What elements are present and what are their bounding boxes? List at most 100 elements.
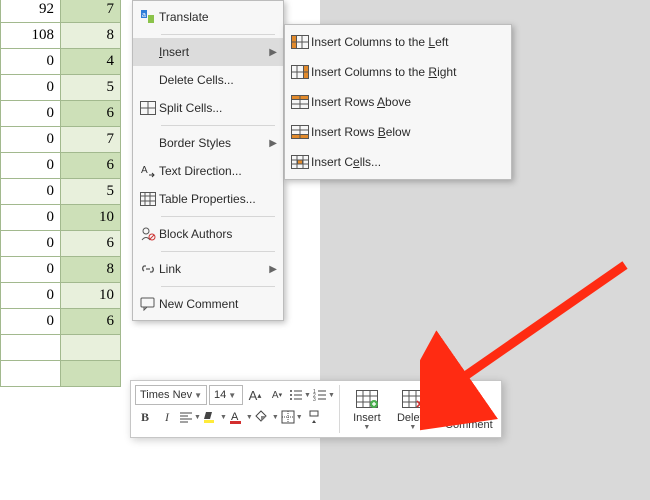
font-name-value: Times Nev: [140, 389, 192, 401]
submenu-insert-rows-below[interactable]: Insert Rows Below: [285, 117, 511, 147]
separator: [161, 286, 275, 287]
table-row: 04: [1, 49, 121, 75]
separator: [339, 385, 340, 433]
font-name-combo[interactable]: Times Nev ▼: [135, 385, 207, 405]
cell[interactable]: 0: [1, 257, 61, 283]
separator: [161, 251, 275, 252]
align-button[interactable]: ▼: [179, 407, 201, 427]
font-color-button[interactable]: A ▼: [229, 407, 253, 427]
shrink-font-button[interactable]: A▾: [267, 385, 287, 405]
cell[interactable]: [61, 335, 121, 361]
numbering-button[interactable]: 123 ▼: [313, 385, 335, 405]
cell[interactable]: [61, 361, 121, 387]
split-cells-icon: [137, 98, 159, 118]
cell[interactable]: 6: [61, 231, 121, 257]
cell[interactable]: 7: [61, 0, 121, 23]
cell[interactable]: 5: [61, 75, 121, 101]
new-comment-icon: [457, 387, 481, 405]
table-row: 010: [1, 205, 121, 231]
bold-button[interactable]: B: [135, 407, 155, 427]
table-row: [1, 335, 121, 361]
cell[interactable]: 6: [61, 101, 121, 127]
mini-toolbar: Times Nev ▼ 14 ▼ A▴ A▾ ▼ 123 ▼ B I ▼: [130, 380, 502, 438]
menu-label: Insert Cells...: [311, 155, 505, 169]
cell[interactable]: [1, 335, 61, 361]
menu-label: Border Styles: [159, 136, 265, 150]
menu-label: Text Direction...: [159, 164, 277, 178]
menu-delete-cells[interactable]: Delete Cells...: [133, 66, 283, 94]
cell[interactable]: 8: [61, 23, 121, 49]
cell[interactable]: 108: [1, 23, 61, 49]
menu-border-styles[interactable]: Border Styles ▶: [133, 129, 283, 157]
menu-split-cells[interactable]: Split Cells...: [133, 94, 283, 122]
delete-button[interactable]: Delete ▼: [390, 385, 436, 433]
insert-button[interactable]: Insert ▼: [344, 385, 390, 433]
button-label-l2: Comment: [445, 419, 493, 431]
bullets-button[interactable]: ▼: [289, 385, 311, 405]
cell[interactable]: 6: [61, 153, 121, 179]
submenu-insert-rows-above[interactable]: Insert Rows Above: [285, 87, 511, 117]
cell[interactable]: 0: [1, 179, 61, 205]
cell[interactable]: 10: [61, 205, 121, 231]
table-row: 06: [1, 309, 121, 335]
insert-submenu: Insert Columns to the Left Insert Column…: [284, 24, 512, 180]
cell[interactable]: 5: [61, 179, 121, 205]
menu-new-comment[interactable]: New Comment: [133, 290, 283, 318]
chevron-down-icon: ▼: [220, 414, 227, 421]
cell[interactable]: 10: [61, 283, 121, 309]
cell[interactable]: 7: [61, 127, 121, 153]
cell[interactable]: [1, 361, 61, 387]
grow-font-button[interactable]: A▴: [245, 385, 265, 405]
cell[interactable]: 0: [1, 75, 61, 101]
cell[interactable]: 0: [1, 127, 61, 153]
menu-text-direction[interactable]: A Text Direction...: [133, 157, 283, 185]
menu-table-properties[interactable]: Table Properties...: [133, 185, 283, 213]
cell[interactable]: 0: [1, 49, 61, 75]
menu-label: Insert Rows Below: [311, 125, 505, 139]
menu-label: Table Properties...: [159, 192, 277, 206]
block-authors-icon: [137, 224, 159, 244]
cell[interactable]: 92: [1, 0, 61, 23]
table-row: 05: [1, 179, 121, 205]
chevron-down-icon: ▼: [272, 414, 279, 421]
format-painter-button[interactable]: [305, 407, 325, 427]
cell[interactable]: 0: [1, 309, 61, 335]
cell[interactable]: 0: [1, 283, 61, 309]
menu-link[interactable]: Link ▶: [133, 255, 283, 283]
button-label-l1: New: [458, 407, 480, 419]
submenu-insert-cols-left[interactable]: Insert Columns to the Left: [285, 27, 511, 57]
cell[interactable]: 6: [61, 309, 121, 335]
insert-cols-right-icon: [289, 62, 311, 82]
cell[interactable]: 0: [1, 101, 61, 127]
submenu-insert-cols-right[interactable]: Insert Columns to the Right: [285, 57, 511, 87]
cell[interactable]: 4: [61, 49, 121, 75]
cell[interactable]: 8: [61, 257, 121, 283]
font-size-value: 14: [214, 389, 226, 401]
new-comment-button[interactable]: New Comment: [441, 385, 497, 433]
insert-cells-icon: [289, 152, 311, 172]
button-label: Insert: [353, 412, 381, 424]
cell[interactable]: 0: [1, 231, 61, 257]
table-row: 1088: [1, 23, 121, 49]
menu-block-authors[interactable]: Block Authors: [133, 220, 283, 248]
italic-button[interactable]: I: [157, 407, 177, 427]
borders-button[interactable]: ▼: [281, 407, 303, 427]
cell[interactable]: 0: [1, 153, 61, 179]
comment-icon: [137, 294, 159, 314]
shading-button[interactable]: ▼: [255, 407, 279, 427]
svg-text:3: 3: [313, 397, 316, 402]
submenu-insert-cells[interactable]: Insert Cells...: [285, 147, 511, 177]
font-size-combo[interactable]: 14 ▼: [209, 385, 243, 405]
cell[interactable]: 0: [1, 205, 61, 231]
table-row: 05: [1, 75, 121, 101]
table-row: 06: [1, 231, 121, 257]
highlight-button[interactable]: ▼: [203, 407, 227, 427]
menu-insert[interactable]: Insert ▶: [133, 38, 283, 66]
menu-label: Insert Rows Above: [311, 95, 505, 109]
menu-translate[interactable]: a Translate: [133, 3, 283, 31]
menu-label: Delete Cells...: [159, 73, 277, 87]
chevron-down-icon: ▼: [228, 391, 236, 400]
blank-icon: [137, 42, 159, 62]
chevron-down-icon: ▼: [296, 414, 303, 421]
chevron-down-icon: ▼: [363, 424, 370, 431]
